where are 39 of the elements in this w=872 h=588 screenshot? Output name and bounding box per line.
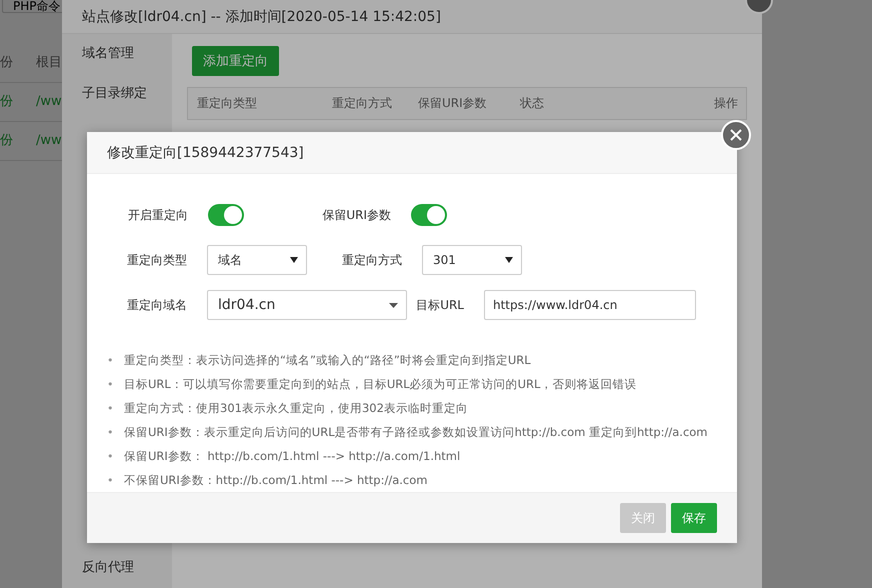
bullet: • <box>107 426 114 438</box>
menu-item[interactable]: 反向代理 <box>62 548 172 588</box>
field-label: 重定向域名 <box>126 296 188 314</box>
table-cell: 份 <box>0 122 36 161</box>
bullet: • <box>107 402 114 414</box>
target-url-field[interactable]: https://www.ldr04.cn <box>484 290 696 320</box>
help-note: 目标URL：可以填写你需要重定向到的站点，目标URL必须为可正常访问的URL，否则将返回错误 <box>124 376 636 392</box>
dialog-title: 站点修改[ldr04.cn] -- 添加时间[2020-05-14 15:42:05] <box>62 0 762 34</box>
toggle-label: 开启重定向 <box>127 206 189 224</box>
caret-icon <box>505 257 513 263</box>
column-header: 份 <box>0 44 36 83</box>
help-note: 保留URI参数：表示重定向后访问的URL是否带有子路径或参数如设置访问http://b.com 重定向到http://a.com <box>124 424 708 440</box>
toggle-switch[interactable] <box>411 204 447 226</box>
close-icon <box>730 129 742 141</box>
help-note: 不保留URI参数：http://b.com/1.html ---> http://a.com <box>124 472 428 488</box>
bullet: • <box>107 378 114 390</box>
field-label: 重定向方式 <box>341 252 403 268</box>
column-header: 操作 <box>714 95 738 112</box>
column-header: 重定向方式 <box>332 95 393 112</box>
help-note: 保留URI参数： http://b.com/1.html ---> http://a.com/1.html <box>124 448 460 464</box>
dialog-title: 修改重定向[1589442377543] <box>87 132 737 174</box>
method-select[interactable]: 301 <box>422 245 522 275</box>
domain-select[interactable]: ldr04.cn <box>207 290 407 320</box>
type-select[interactable]: 域名 <box>207 245 307 275</box>
field-label: 重定向类型 <box>126 252 188 268</box>
bullet: • <box>107 354 114 366</box>
caret-icon <box>389 302 398 308</box>
table-cell: 份 <box>0 83 36 122</box>
bullet: • <box>107 450 114 462</box>
column-header: 状态 <box>520 95 545 112</box>
help-note: 重定向类型：表示访问选择的“域名”或输入的“路径”时将会重定向到指定URL <box>124 352 531 368</box>
column-header: 保留URI参数 <box>418 95 488 112</box>
help-note: 重定向方式：使用301表示永久重定向，使用302表示临时重定向 <box>124 400 468 416</box>
caret-icon <box>290 257 298 263</box>
column-header: 重定向类型 <box>197 95 258 112</box>
field-label: 目标URL <box>415 296 465 314</box>
toggle-switch[interactable] <box>208 204 244 226</box>
bullet: • <box>107 474 114 486</box>
toggle-label: 保留URI参数 <box>321 206 392 224</box>
